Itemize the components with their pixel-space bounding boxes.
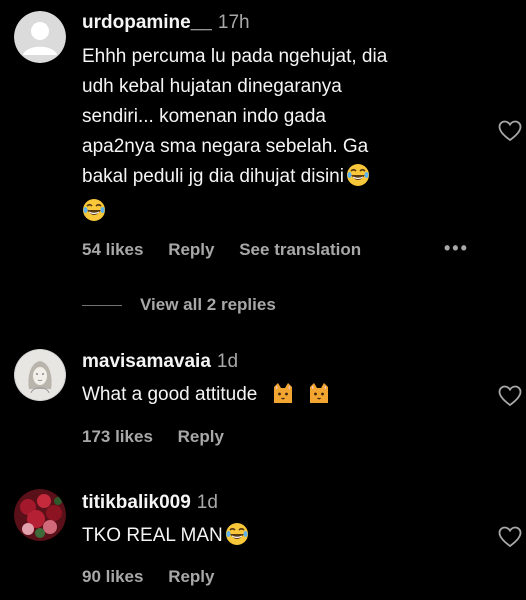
laughing-emoji-icon: [82, 198, 106, 232]
comment-text-line: sendiri... komenan indo gada: [82, 106, 326, 127]
reply-button[interactable]: Reply: [178, 427, 224, 446]
comment-text: TKO REAL MAN: [82, 521, 249, 556]
heart-outline-icon[interactable]: [498, 385, 522, 412]
comment-actions: 54 likes Reply See translation: [82, 239, 381, 261]
username[interactable]: titikbalik009: [82, 492, 191, 513]
likes-count[interactable]: 90 likes: [82, 567, 143, 586]
comment-time: 1d: [196, 492, 218, 513]
reply-button[interactable]: Reply: [168, 240, 214, 259]
default-avatar-icon[interactable]: [14, 11, 66, 63]
comment-actions: 173 likes Reply: [82, 426, 244, 448]
comment-header: titikbalik009 1d: [82, 490, 218, 516]
comment-text: What a good attitude: [82, 380, 331, 415]
cat-emoji-icon: [271, 381, 295, 415]
avatar[interactable]: [14, 489, 66, 541]
comment-text-line: apa2nya sma negara sebelah. Ga: [82, 136, 369, 157]
comment-text-line: udh kebal hujatan dinegaranya: [82, 76, 342, 97]
comment-text-line: Ehhh percuma lu pada ngehujat, dia: [82, 46, 388, 67]
likes-count[interactable]: 173 likes: [82, 427, 153, 446]
view-replies-label: View all 2 replies: [140, 295, 276, 314]
username[interactable]: mavisamavaia: [82, 351, 211, 372]
reply-button[interactable]: Reply: [168, 567, 214, 586]
username[interactable]: urdopamine__: [82, 12, 212, 33]
comment-actions: 90 likes Reply: [82, 566, 234, 588]
comment-text-line: bakal peduli jg dia dihujat disini: [82, 166, 344, 187]
comment-text: Ehhh percuma lu pada ngehujat, dia udh k…: [82, 42, 387, 232]
see-translation-button[interactable]: See translation: [239, 240, 361, 259]
comment-time: 17h: [217, 12, 250, 33]
comment-text-line: What a good attitude: [82, 384, 258, 405]
avatar[interactable]: [14, 349, 66, 401]
more-options-icon[interactable]: •••: [444, 238, 469, 259]
laughing-emoji-icon: [225, 522, 249, 556]
comment-text-line: TKO REAL MAN: [82, 525, 223, 546]
cat-emoji-icon: [307, 381, 331, 415]
comment-header: mavisamavaia 1d: [82, 349, 238, 375]
comment-time: 1d: [216, 351, 239, 372]
comment-header: urdopamine__ 17h: [82, 10, 250, 36]
view-replies-button[interactable]: View all 2 replies: [82, 294, 276, 316]
heart-outline-icon[interactable]: [498, 120, 522, 147]
heart-outline-icon[interactable]: [498, 526, 522, 553]
replies-divider: [82, 305, 122, 307]
likes-count[interactable]: 54 likes: [82, 240, 143, 259]
laughing-emoji-icon: [346, 163, 370, 197]
